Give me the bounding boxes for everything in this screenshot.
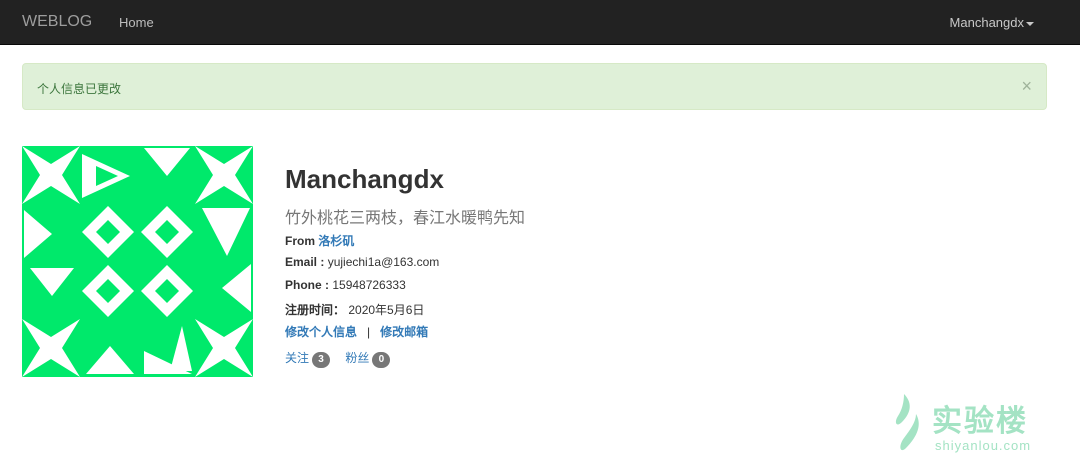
- registered-value: 2020年5月6日: [348, 303, 425, 317]
- edit-profile-link[interactable]: 修改个人信息: [285, 325, 357, 339]
- location-link[interactable]: 洛杉矶: [318, 234, 354, 248]
- close-icon[interactable]: ×: [1021, 77, 1032, 95]
- followers-count-badge: 0: [372, 352, 391, 368]
- following-label: 关注: [285, 351, 310, 365]
- profile-motto: 竹外桃花三两枝，春江水暖鸭先知: [285, 210, 526, 227]
- following-count-badge: 3: [312, 352, 331, 368]
- watermark-subtext: shiyanlou.com: [935, 438, 1032, 453]
- top-navbar: WEBLOG Home Manchangdx: [0, 0, 1080, 45]
- nav-home-link[interactable]: Home: [119, 15, 154, 30]
- location-row: From 洛杉矶: [285, 232, 354, 249]
- phone-row: Phone : 15948726333: [285, 278, 406, 292]
- link-separator: |: [367, 325, 371, 339]
- registered-label: 注册时间：: [285, 303, 346, 317]
- avatar: [22, 146, 253, 377]
- user-dropdown[interactable]: Manchangdx: [950, 15, 1034, 30]
- phone-label: Phone :: [285, 278, 329, 292]
- shiyanlou-watermark: 实验楼 shiyanlou.com: [880, 392, 1050, 462]
- follow-stats-row: 关注 3 粉丝 0: [285, 349, 391, 368]
- followers-label: 粉丝: [345, 351, 370, 365]
- following-link[interactable]: 关注 3: [285, 351, 333, 368]
- profile-username: Manchangdx: [285, 164, 444, 194]
- email-value: yujiechi1a@163.com: [327, 255, 440, 269]
- followers-link[interactable]: 粉丝 0: [345, 351, 391, 368]
- email-label: Email :: [285, 255, 325, 269]
- success-alert: 个人信息已更改 ×: [22, 63, 1047, 110]
- user-dropdown-label: Manchangdx: [949, 15, 1024, 30]
- caret-down-icon: [1026, 21, 1034, 26]
- edit-email-link[interactable]: 修改邮箱: [380, 325, 428, 339]
- phone-value: 15948726333: [332, 278, 406, 292]
- from-label: From: [285, 234, 315, 248]
- edit-links-row: 修改个人信息 | 修改邮箱: [285, 323, 428, 340]
- watermark-text: 实验楼: [932, 405, 1028, 438]
- shiyanlou-logo-icon: [895, 394, 919, 451]
- alert-message: 个人信息已更改: [37, 82, 122, 96]
- email-row: Email : yujiechi1a@163.com: [285, 255, 439, 269]
- registered-row: 注册时间： 2020年5月6日: [285, 301, 424, 318]
- brand-link[interactable]: WEBLOG: [22, 13, 92, 31]
